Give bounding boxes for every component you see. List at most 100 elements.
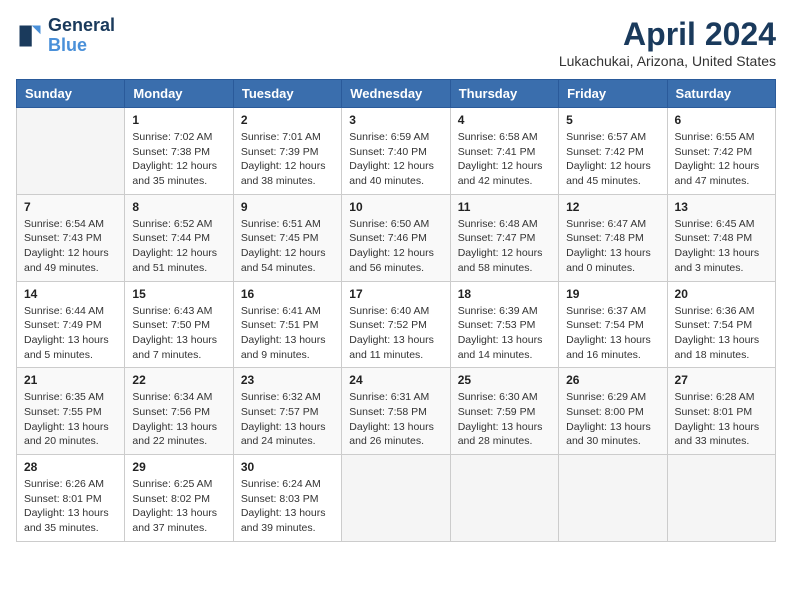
logo-text: General Blue xyxy=(48,16,115,56)
calendar-cell: 1 Sunrise: 7:02 AMSunset: 7:38 PMDaylight… xyxy=(125,108,233,195)
week-row-3: 14Sunrise: 6:44 AMSunset: 7:49 PMDayligh… xyxy=(17,281,776,368)
day-info: Sunrise: 6:43 AMSunset: 7:50 PMDaylight:… xyxy=(132,304,225,363)
day-info: Sunrise: 6:41 AMSunset: 7:51 PMDaylight:… xyxy=(241,304,334,363)
day-info: Sunrise: 6:29 AMSunset: 8:00 PMDaylight:… xyxy=(566,390,659,449)
calendar-cell: 9 Sunrise: 6:51 AMSunset: 7:45 PMDaylight… xyxy=(233,194,341,281)
day-number: 17 xyxy=(349,287,442,301)
calendar-cell: 17Sunrise: 6:40 AMSunset: 7:52 PMDayligh… xyxy=(342,281,450,368)
day-info: Sunrise: 6:54 AMSunset: 7:43 PMDaylight:… xyxy=(24,217,117,276)
day-info: Sunrise: 6:32 AMSunset: 7:57 PMDaylight:… xyxy=(241,390,334,449)
day-info: Sunrise: 7:02 AMSunset: 7:38 PMDaylight:… xyxy=(132,130,225,189)
day-info: Sunrise: 6:30 AMSunset: 7:59 PMDaylight:… xyxy=(458,390,551,449)
calendar-cell: 21 Sunrise: 6:35 AMSunset: 7:55 PMDayligh… xyxy=(17,368,125,455)
logo-line1: General xyxy=(48,16,115,36)
month-title: April 2024 xyxy=(559,16,776,53)
calendar-cell: 10 Sunrise: 6:50 AMSunset: 7:46 PMDayligh… xyxy=(342,194,450,281)
calendar-cell: 3 Sunrise: 6:59 AMSunset: 7:40 PMDaylight… xyxy=(342,108,450,195)
calendar-cell: 14Sunrise: 6:44 AMSunset: 7:49 PMDayligh… xyxy=(17,281,125,368)
day-info: Sunrise: 6:28 AMSunset: 8:01 PMDaylight:… xyxy=(675,390,768,449)
week-row-5: 28 Sunrise: 6:26 AMSunset: 8:01 PMDayligh… xyxy=(17,455,776,542)
day-number: 6 xyxy=(675,113,768,127)
day-info: Sunrise: 6:47 AMSunset: 7:48 PMDaylight:… xyxy=(566,217,659,276)
day-number: 21 xyxy=(24,373,117,387)
day-number: 23 xyxy=(241,373,334,387)
day-info: Sunrise: 6:36 AMSunset: 7:54 PMDaylight:… xyxy=(675,304,768,363)
day-number: 3 xyxy=(349,113,442,127)
logo-icon xyxy=(16,22,44,50)
day-info: Sunrise: 6:45 AMSunset: 7:48 PMDaylight:… xyxy=(675,217,768,276)
day-number: 1 xyxy=(132,113,225,127)
day-info: Sunrise: 6:35 AMSunset: 7:55 PMDaylight:… xyxy=(24,390,117,449)
day-number: 7 xyxy=(24,200,117,214)
calendar-cell: 16 Sunrise: 6:41 AMSunset: 7:51 PMDayligh… xyxy=(233,281,341,368)
day-number: 28 xyxy=(24,460,117,474)
calendar-cell: 20 Sunrise: 6:36 AMSunset: 7:54 PMDayligh… xyxy=(667,281,775,368)
page-header: General Blue April 2024 Lukachukai, Ariz… xyxy=(16,16,776,69)
weekday-header-thursday: Thursday xyxy=(450,80,558,108)
day-info: Sunrise: 7:01 AMSunset: 7:39 PMDaylight:… xyxy=(241,130,334,189)
calendar-cell: 23 Sunrise: 6:32 AMSunset: 7:57 PMDayligh… xyxy=(233,368,341,455)
day-number: 15 xyxy=(132,287,225,301)
week-row-1: 1 Sunrise: 7:02 AMSunset: 7:38 PMDaylight… xyxy=(17,108,776,195)
week-row-4: 21 Sunrise: 6:35 AMSunset: 7:55 PMDayligh… xyxy=(17,368,776,455)
calendar-cell: 12 Sunrise: 6:47 AMSunset: 7:48 PMDayligh… xyxy=(559,194,667,281)
day-number: 16 xyxy=(241,287,334,301)
day-info: Sunrise: 6:50 AMSunset: 7:46 PMDaylight:… xyxy=(349,217,442,276)
day-number: 10 xyxy=(349,200,442,214)
calendar-cell xyxy=(450,455,558,542)
day-info: Sunrise: 6:51 AMSunset: 7:45 PMDaylight:… xyxy=(241,217,334,276)
day-number: 20 xyxy=(675,287,768,301)
day-number: 11 xyxy=(458,200,551,214)
day-number: 14 xyxy=(24,287,117,301)
day-info: Sunrise: 6:57 AMSunset: 7:42 PMDaylight:… xyxy=(566,130,659,189)
day-number: 26 xyxy=(566,373,659,387)
calendar-cell: 2 Sunrise: 7:01 AMSunset: 7:39 PMDaylight… xyxy=(233,108,341,195)
day-info: Sunrise: 6:37 AMSunset: 7:54 PMDaylight:… xyxy=(566,304,659,363)
day-number: 8 xyxy=(132,200,225,214)
calendar-cell: 30Sunrise: 6:24 AMSunset: 8:03 PMDayligh… xyxy=(233,455,341,542)
day-number: 4 xyxy=(458,113,551,127)
day-number: 13 xyxy=(675,200,768,214)
calendar-cell: 18Sunrise: 6:39 AMSunset: 7:53 PMDayligh… xyxy=(450,281,558,368)
day-number: 19 xyxy=(566,287,659,301)
day-info: Sunrise: 6:55 AMSunset: 7:42 PMDaylight:… xyxy=(675,130,768,189)
day-number: 12 xyxy=(566,200,659,214)
calendar-cell: 26 Sunrise: 6:29 AMSunset: 8:00 PMDayligh… xyxy=(559,368,667,455)
logo: General Blue xyxy=(16,16,115,56)
logo-line2: Blue xyxy=(48,36,115,56)
day-number: 27 xyxy=(675,373,768,387)
calendar-cell: 27 Sunrise: 6:28 AMSunset: 8:01 PMDayligh… xyxy=(667,368,775,455)
day-info: Sunrise: 6:26 AMSunset: 8:01 PMDaylight:… xyxy=(24,477,117,536)
day-number: 29 xyxy=(132,460,225,474)
day-number: 24 xyxy=(349,373,442,387)
calendar-cell: 22Sunrise: 6:34 AMSunset: 7:56 PMDayligh… xyxy=(125,368,233,455)
calendar-cell xyxy=(559,455,667,542)
day-info: Sunrise: 6:34 AMSunset: 7:56 PMDaylight:… xyxy=(132,390,225,449)
day-number: 2 xyxy=(241,113,334,127)
day-info: Sunrise: 6:48 AMSunset: 7:47 PMDaylight:… xyxy=(458,217,551,276)
calendar-cell: 13 Sunrise: 6:45 AMSunset: 7:48 PMDayligh… xyxy=(667,194,775,281)
calendar-cell: 24 Sunrise: 6:31 AMSunset: 7:58 PMDayligh… xyxy=(342,368,450,455)
weekday-header-saturday: Saturday xyxy=(667,80,775,108)
calendar-cell: 4Sunrise: 6:58 AMSunset: 7:41 PMDaylight… xyxy=(450,108,558,195)
location-text: Lukachukai, Arizona, United States xyxy=(559,53,776,69)
calendar-cell: 19 Sunrise: 6:37 AMSunset: 7:54 PMDayligh… xyxy=(559,281,667,368)
weekday-header-wednesday: Wednesday xyxy=(342,80,450,108)
calendar-cell: 28 Sunrise: 6:26 AMSunset: 8:01 PMDayligh… xyxy=(17,455,125,542)
day-number: 9 xyxy=(241,200,334,214)
calendar-table: SundayMondayTuesdayWednesdayThursdayFrid… xyxy=(16,79,776,542)
day-info: Sunrise: 6:52 AMSunset: 7:44 PMDaylight:… xyxy=(132,217,225,276)
calendar-cell: 29Sunrise: 6:25 AMSunset: 8:02 PMDayligh… xyxy=(125,455,233,542)
weekday-header-monday: Monday xyxy=(125,80,233,108)
calendar-cell xyxy=(667,455,775,542)
weekday-header-sunday: Sunday xyxy=(17,80,125,108)
day-info: Sunrise: 6:59 AMSunset: 7:40 PMDaylight:… xyxy=(349,130,442,189)
weekday-header-friday: Friday xyxy=(559,80,667,108)
day-number: 18 xyxy=(458,287,551,301)
day-number: 30 xyxy=(241,460,334,474)
calendar-cell: 25Sunrise: 6:30 AMSunset: 7:59 PMDayligh… xyxy=(450,368,558,455)
calendar-cell xyxy=(342,455,450,542)
title-block: April 2024 Lukachukai, Arizona, United S… xyxy=(559,16,776,69)
day-info: Sunrise: 6:31 AMSunset: 7:58 PMDaylight:… xyxy=(349,390,442,449)
calendar-cell: 5Sunrise: 6:57 AMSunset: 7:42 PMDaylight… xyxy=(559,108,667,195)
